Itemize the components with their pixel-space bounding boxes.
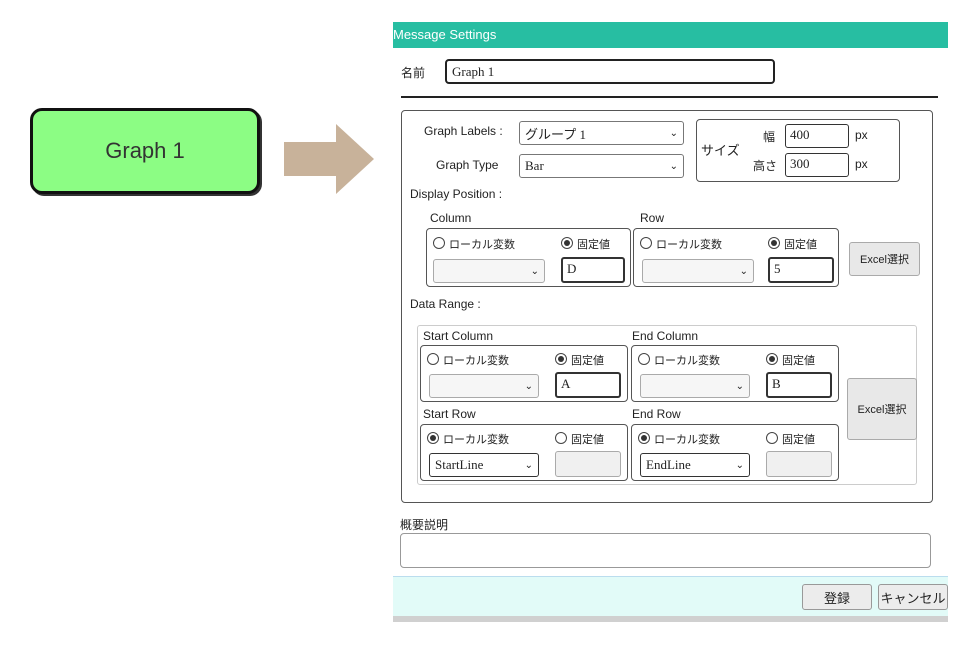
start-row-local-value: StartLine (435, 457, 484, 472)
column-local-label: ローカル変数 (449, 239, 515, 251)
column-local-radio[interactable] (433, 237, 445, 249)
start-column-local-label: ローカル変数 (443, 355, 509, 367)
end-row-local-value: EndLine (646, 457, 691, 472)
chevron-down-icon: ⌄ (739, 265, 748, 277)
name-input[interactable]: Graph 1 (445, 59, 775, 84)
graph-labels-value: グループ 1 (525, 126, 586, 142)
height-label: 高さ (753, 159, 778, 173)
graph-type-select[interactable]: Bar ⌄ (519, 154, 684, 178)
message-settings-dialog: Message Settings 名前 Graph 1 Graph Labels… (393, 22, 948, 622)
description-input[interactable] (400, 533, 931, 568)
row-fixed-input[interactable]: 5 (768, 257, 834, 283)
height-unit: px (855, 157, 868, 171)
display-position-label: Display Position : (410, 187, 503, 201)
dialog-title-bar: Message Settings (393, 22, 948, 48)
end-row-label: End Row (632, 407, 681, 421)
start-row-fixed-radio[interactable] (555, 432, 567, 444)
start-column-local-radio[interactable] (427, 353, 439, 365)
column-local-select[interactable]: ⌄ (433, 259, 545, 283)
size-label: サイズ (701, 143, 740, 158)
chevron-down-icon: ⌄ (669, 160, 678, 172)
graph-node-preview: Graph 1 (30, 108, 260, 194)
chevron-down-icon: ⌄ (735, 380, 744, 392)
graph-type-label: Graph Type (436, 158, 499, 172)
description-label: 概要説明 (400, 518, 449, 532)
start-row-group: ローカル変数 固定値 StartLine ⌄ (420, 424, 628, 481)
right-arrow-icon (284, 124, 374, 194)
end-column-local-label: ローカル変数 (654, 355, 720, 367)
start-column-local-select[interactable]: ⌄ (429, 374, 539, 398)
graph-type-value: Bar (525, 158, 544, 173)
end-row-group: ローカル変数 固定値 EndLine ⌄ (631, 424, 839, 481)
row-local-radio[interactable] (640, 237, 652, 249)
column-fixed-radio[interactable] (561, 237, 573, 249)
bottom-strip (393, 616, 948, 622)
graph-labels-select[interactable]: グループ 1 ⌄ (519, 121, 684, 145)
divider (401, 96, 938, 98)
column-fixed-input[interactable]: D (561, 257, 625, 283)
excel-select-button-range[interactable]: Excel選択 (847, 378, 917, 440)
end-column-local-select[interactable]: ⌄ (640, 374, 750, 398)
end-column-local-radio[interactable] (638, 353, 650, 365)
chevron-down-icon: ⌄ (669, 127, 678, 139)
start-column-fixed-label: 固定値 (571, 355, 604, 367)
cancel-button[interactable]: キャンセル (878, 584, 948, 610)
end-row-fixed-label: 固定値 (782, 434, 815, 446)
data-range-box: Start Column ローカル変数 固定値 ⌄ A End Column ロ… (417, 325, 917, 485)
column-fixed-label: 固定値 (577, 239, 610, 251)
end-column-group: ローカル変数 固定値 ⌄ B (631, 345, 839, 402)
data-range-label: Data Range : (410, 297, 481, 311)
column-group: ローカル変数 固定値 ⌄ D (426, 228, 631, 287)
end-row-local-label: ローカル変数 (654, 434, 720, 446)
graph-settings-panel: Graph Labels : グループ 1 ⌄ Graph Type Bar ⌄… (401, 110, 933, 503)
start-row-local-radio[interactable] (427, 432, 439, 444)
end-row-fixed-input (766, 451, 832, 477)
register-button[interactable]: 登録 (802, 584, 872, 610)
chevron-down-icon: ⌄ (735, 459, 744, 471)
dialog-title: Message Settings (393, 27, 497, 42)
end-row-local-radio[interactable] (638, 432, 650, 444)
start-column-fixed-radio[interactable] (555, 353, 567, 365)
start-row-fixed-input (555, 451, 621, 477)
row-label: Row (640, 211, 665, 225)
end-row-local-select[interactable]: EndLine ⌄ (640, 453, 750, 477)
size-box: サイズ 幅 400 px 高さ 300 px (696, 119, 900, 182)
graph-labels-label: Graph Labels : (424, 124, 503, 138)
start-row-local-label: ローカル変数 (443, 434, 509, 446)
start-column-fixed-input[interactable]: A (555, 372, 621, 398)
chevron-down-icon: ⌄ (524, 380, 533, 392)
start-row-local-select[interactable]: StartLine ⌄ (429, 453, 539, 477)
end-column-label: End Column (632, 329, 699, 343)
excel-select-button[interactable]: Excel選択 (849, 242, 920, 276)
chevron-down-icon: ⌄ (530, 265, 539, 277)
start-column-label: Start Column (423, 329, 494, 343)
height-input[interactable]: 300 (785, 153, 849, 177)
start-row-label: Start Row (423, 407, 476, 421)
row-fixed-radio[interactable] (768, 237, 780, 249)
end-column-fixed-input[interactable]: B (766, 372, 832, 398)
name-label: 名前 (401, 66, 426, 80)
width-unit: px (855, 128, 868, 142)
width-label: 幅 (763, 130, 776, 144)
start-column-group: ローカル変数 固定値 ⌄ A (420, 345, 628, 402)
row-local-select[interactable]: ⌄ (642, 259, 754, 283)
end-column-fixed-radio[interactable] (766, 353, 778, 365)
column-label: Column (430, 211, 472, 225)
chevron-down-icon: ⌄ (524, 459, 533, 471)
end-column-fixed-label: 固定値 (782, 355, 815, 367)
graph-node-label: Graph 1 (105, 138, 185, 163)
start-row-fixed-label: 固定値 (571, 434, 604, 446)
row-local-label: ローカル変数 (656, 239, 722, 251)
dialog-footer: 登録 キャンセル (393, 576, 948, 616)
row-group: ローカル変数 固定値 ⌄ 5 (633, 228, 839, 287)
width-input[interactable]: 400 (785, 124, 849, 148)
row-fixed-label: 固定値 (784, 239, 817, 251)
end-row-fixed-radio[interactable] (766, 432, 778, 444)
